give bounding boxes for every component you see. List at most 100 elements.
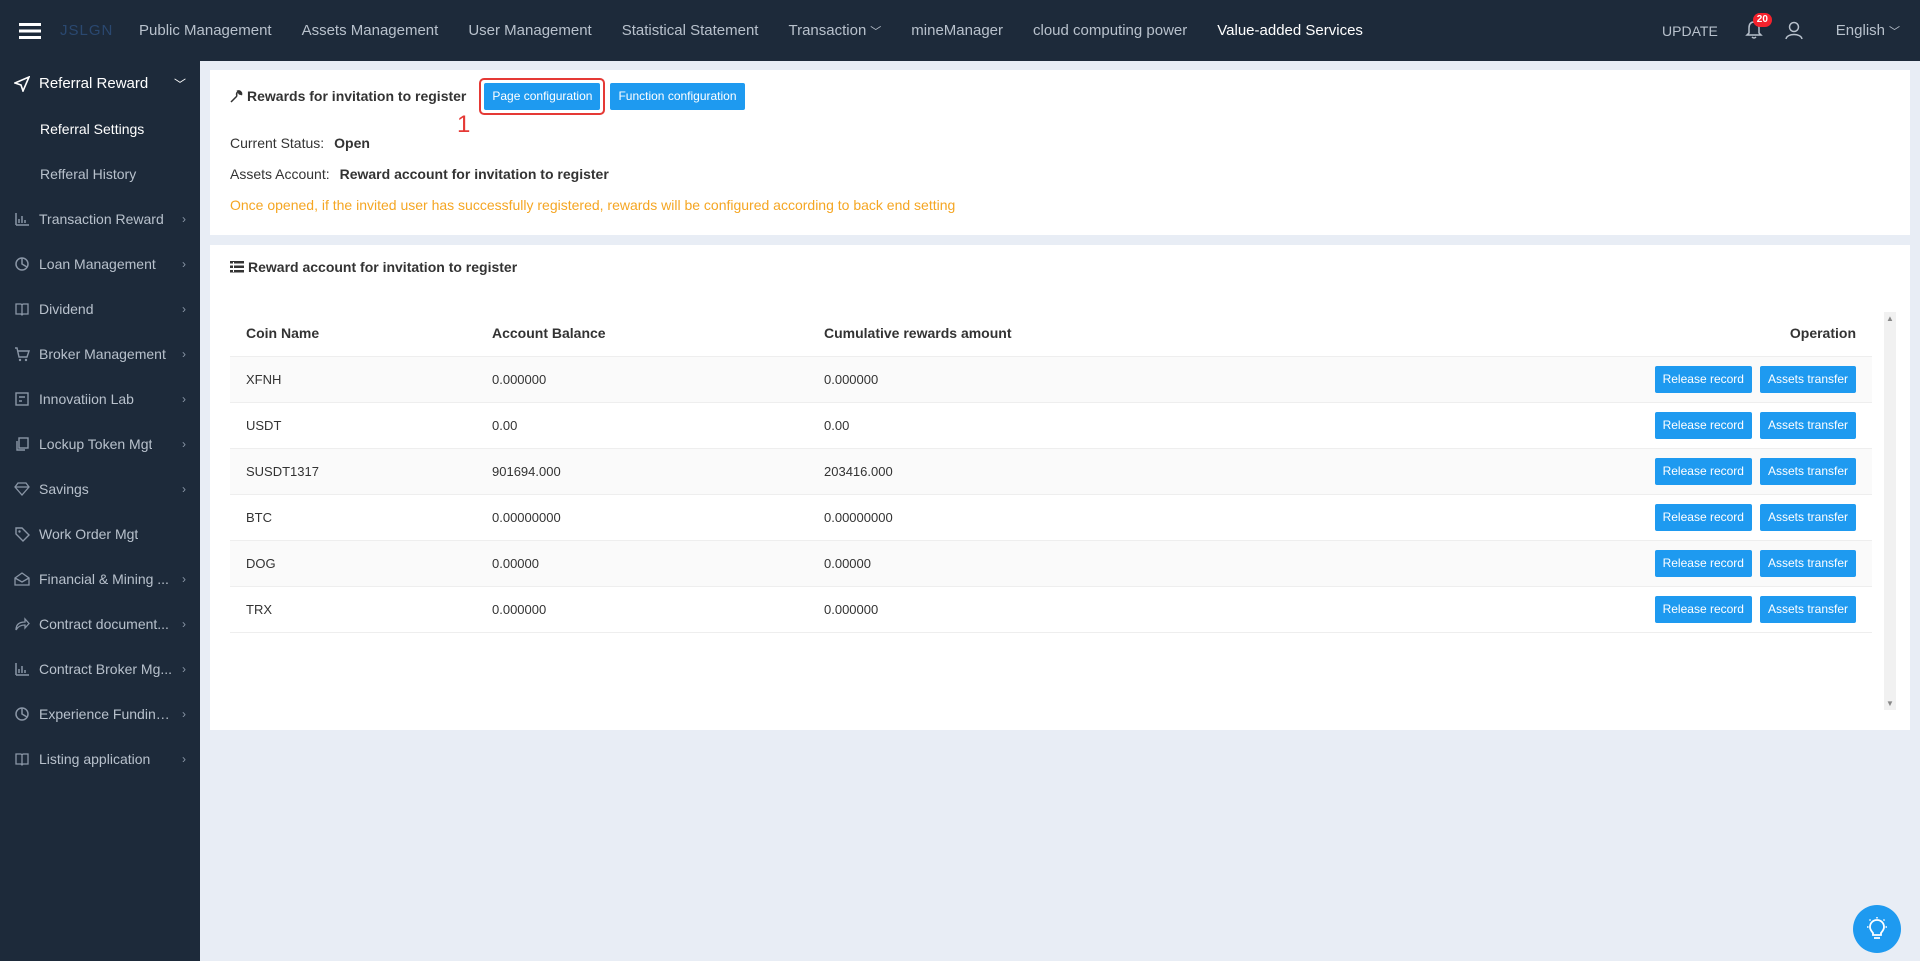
nav-assets-management[interactable]: Assets Management — [287, 0, 454, 61]
nav-mine-manager[interactable]: mineManager — [896, 0, 1018, 61]
release-record-button[interactable]: Release record — [1654, 595, 1752, 623]
assets-transfer-button[interactable]: Assets transfer — [1759, 365, 1856, 393]
balance-cell: 0.00 — [476, 402, 808, 449]
assets-account-row: Assets Account: Reward account for invita… — [230, 166, 609, 182]
cumulative-cell: 203416.000 — [808, 448, 1295, 495]
notification-bell-icon[interactable]: 20 — [1744, 12, 1772, 42]
release-record-button[interactable]: Release record — [1654, 457, 1752, 485]
sidebar-item-financial-mining[interactable]: Financial & Mining ... › — [0, 556, 200, 601]
release-record-button[interactable]: Release record — [1654, 411, 1752, 439]
book-icon — [13, 300, 31, 318]
page-configuration-button[interactable]: Page configuration — [484, 82, 601, 110]
assets-transfer-button[interactable]: Assets transfer — [1759, 549, 1856, 577]
chevron-right-icon: › — [182, 706, 186, 721]
mail-open-icon — [13, 570, 31, 588]
account-panel-title: Reward account for invitation to registe… — [230, 259, 517, 275]
balance-cell: 0.00000000 — [476, 494, 808, 541]
sidebar-item-contract-broker[interactable]: Contract Broker Mg... › — [0, 646, 200, 691]
column-header-operation: Operation — [1294, 311, 1872, 357]
top-nav: Public Management Assets Management User… — [124, 0, 1378, 61]
book-icon — [13, 750, 31, 768]
release-record-button[interactable]: Release record — [1654, 365, 1752, 393]
chevron-right-icon: › — [182, 256, 186, 271]
menu-toggle-icon[interactable] — [0, 0, 60, 61]
update-link[interactable]: UPDATE — [1662, 23, 1718, 39]
top-bar: JSLGN Public Management Assets Managemen… — [0, 0, 1920, 61]
assets-transfer-button[interactable]: Assets transfer — [1759, 595, 1856, 623]
cumulative-cell: 0.00000000 — [808, 494, 1295, 541]
sidebar-item-innovation-lab[interactable]: Innovatiion Lab › — [0, 376, 200, 421]
chevron-right-icon: › — [182, 751, 186, 766]
coin-cell: XFNH — [230, 356, 476, 403]
reward-account-table: Coin Name Account Balance Cumulative rew… — [230, 311, 1872, 633]
coin-cell: SUSDT1317 — [230, 448, 476, 495]
chevron-right-icon: › — [182, 616, 186, 631]
sidebar-item-lockup-token-mgt[interactable]: Lockup Token Mgt › — [0, 421, 200, 466]
nav-value-added-services[interactable]: Value-added Services — [1202, 0, 1378, 61]
function-configuration-button[interactable]: Function configuration — [610, 82, 745, 110]
chevron-right-icon: › — [182, 346, 186, 361]
column-header-coin: Coin Name — [230, 311, 476, 357]
assets-transfer-button[interactable]: Assets transfer — [1759, 411, 1856, 439]
page-configuration-highlight: Page configuration — [479, 77, 606, 115]
sidebar-item-experience-funding[interactable]: Experience Funding... › — [0, 691, 200, 736]
chevron-right-icon: › — [182, 436, 186, 451]
table-row: DOG 0.00000 0.00000 Release record Assets… — [230, 540, 1872, 587]
sidebar-item-referral-settings[interactable]: Referral Settings — [0, 106, 200, 151]
status-value: Open — [334, 135, 370, 151]
sidebar-item-broker-management[interactable]: Broker Management › — [0, 331, 200, 376]
sidebar-item-contract-document[interactable]: Contract document... › — [0, 601, 200, 646]
notice-text: Once opened, if the invited user has suc… — [230, 197, 956, 213]
nav-public-management[interactable]: Public Management — [124, 0, 287, 61]
sidebar-item-dividend[interactable]: Dividend › — [0, 286, 200, 331]
table-row: SUSDT1317 901694.000 203416.000 Release … — [230, 448, 1872, 495]
column-header-cumulative: Cumulative rewards amount — [808, 311, 1295, 357]
sidebar-item-loan-management[interactable]: Loan Management › — [0, 241, 200, 286]
cart-icon — [13, 345, 31, 363]
chevron-down-icon: ﹀ — [870, 25, 882, 38]
diamond-icon — [13, 480, 31, 498]
list-icon — [230, 261, 244, 273]
table-scrollbar[interactable]: ▲ ▼ — [1884, 312, 1896, 710]
lightbulb-help-icon[interactable] — [1853, 905, 1901, 953]
share-icon — [13, 615, 31, 633]
sidebar-item-transaction-reward[interactable]: Transaction Reward › — [0, 196, 200, 241]
sidebar-item-listing-application[interactable]: Listing application › — [0, 736, 200, 781]
nav-cloud-computing-power[interactable]: cloud computing power — [1018, 0, 1202, 61]
nav-user-management[interactable]: User Management — [453, 0, 606, 61]
account-panel: Reward account for invitation to registe… — [210, 245, 1910, 730]
table-row: TRX 0.000000 0.000000 Release record Asse… — [230, 586, 1872, 633]
user-icon[interactable] — [1784, 20, 1806, 42]
pie-chart-icon — [13, 705, 31, 723]
sidebar-item-referral-history[interactable]: Refferal History — [0, 151, 200, 196]
assets-transfer-button[interactable]: Assets transfer — [1759, 457, 1856, 485]
release-record-button[interactable]: Release record — [1654, 549, 1752, 577]
bar-chart-icon — [13, 660, 31, 678]
balance-cell: 0.000000 — [476, 356, 808, 403]
chevron-right-icon: › — [182, 391, 186, 406]
balance-cell: 0.00000 — [476, 540, 808, 587]
chevron-right-icon: › — [182, 661, 186, 676]
send-icon — [13, 75, 31, 93]
sidebar-item-savings[interactable]: Savings › — [0, 466, 200, 511]
cumulative-cell: 0.00000 — [808, 540, 1295, 587]
language-selector[interactable]: English ﹀ — [1836, 22, 1900, 39]
current-status-row: Current Status: Open — [230, 135, 370, 151]
assets-transfer-button[interactable]: Assets transfer — [1759, 503, 1856, 531]
config-panel: Rewards for invitation to register Page … — [210, 70, 1910, 235]
wrench-icon — [230, 89, 243, 103]
nav-transaction[interactable]: Transaction ﹀ — [773, 0, 896, 61]
tag-icon — [13, 525, 31, 543]
scroll-up-icon[interactable]: ▲ — [1886, 314, 1894, 323]
chevron-right-icon: › — [182, 211, 186, 226]
sidebar-item-work-order-mgt[interactable]: Work Order Mgt — [0, 511, 200, 556]
bar-chart-icon — [13, 210, 31, 228]
table-row: XFNH 0.000000 0.000000 Release record Ass… — [230, 356, 1872, 403]
scroll-down-icon[interactable]: ▼ — [1886, 699, 1894, 708]
sidebar-item-referral-reward[interactable]: Referral Reward ﹀ — [0, 61, 200, 106]
balance-cell: 0.000000 — [476, 586, 808, 633]
release-record-button[interactable]: Release record — [1654, 503, 1752, 531]
nav-statistical-statement[interactable]: Statistical Statement — [607, 0, 774, 61]
dashboard-icon — [13, 390, 31, 408]
chevron-right-icon: › — [182, 481, 186, 496]
